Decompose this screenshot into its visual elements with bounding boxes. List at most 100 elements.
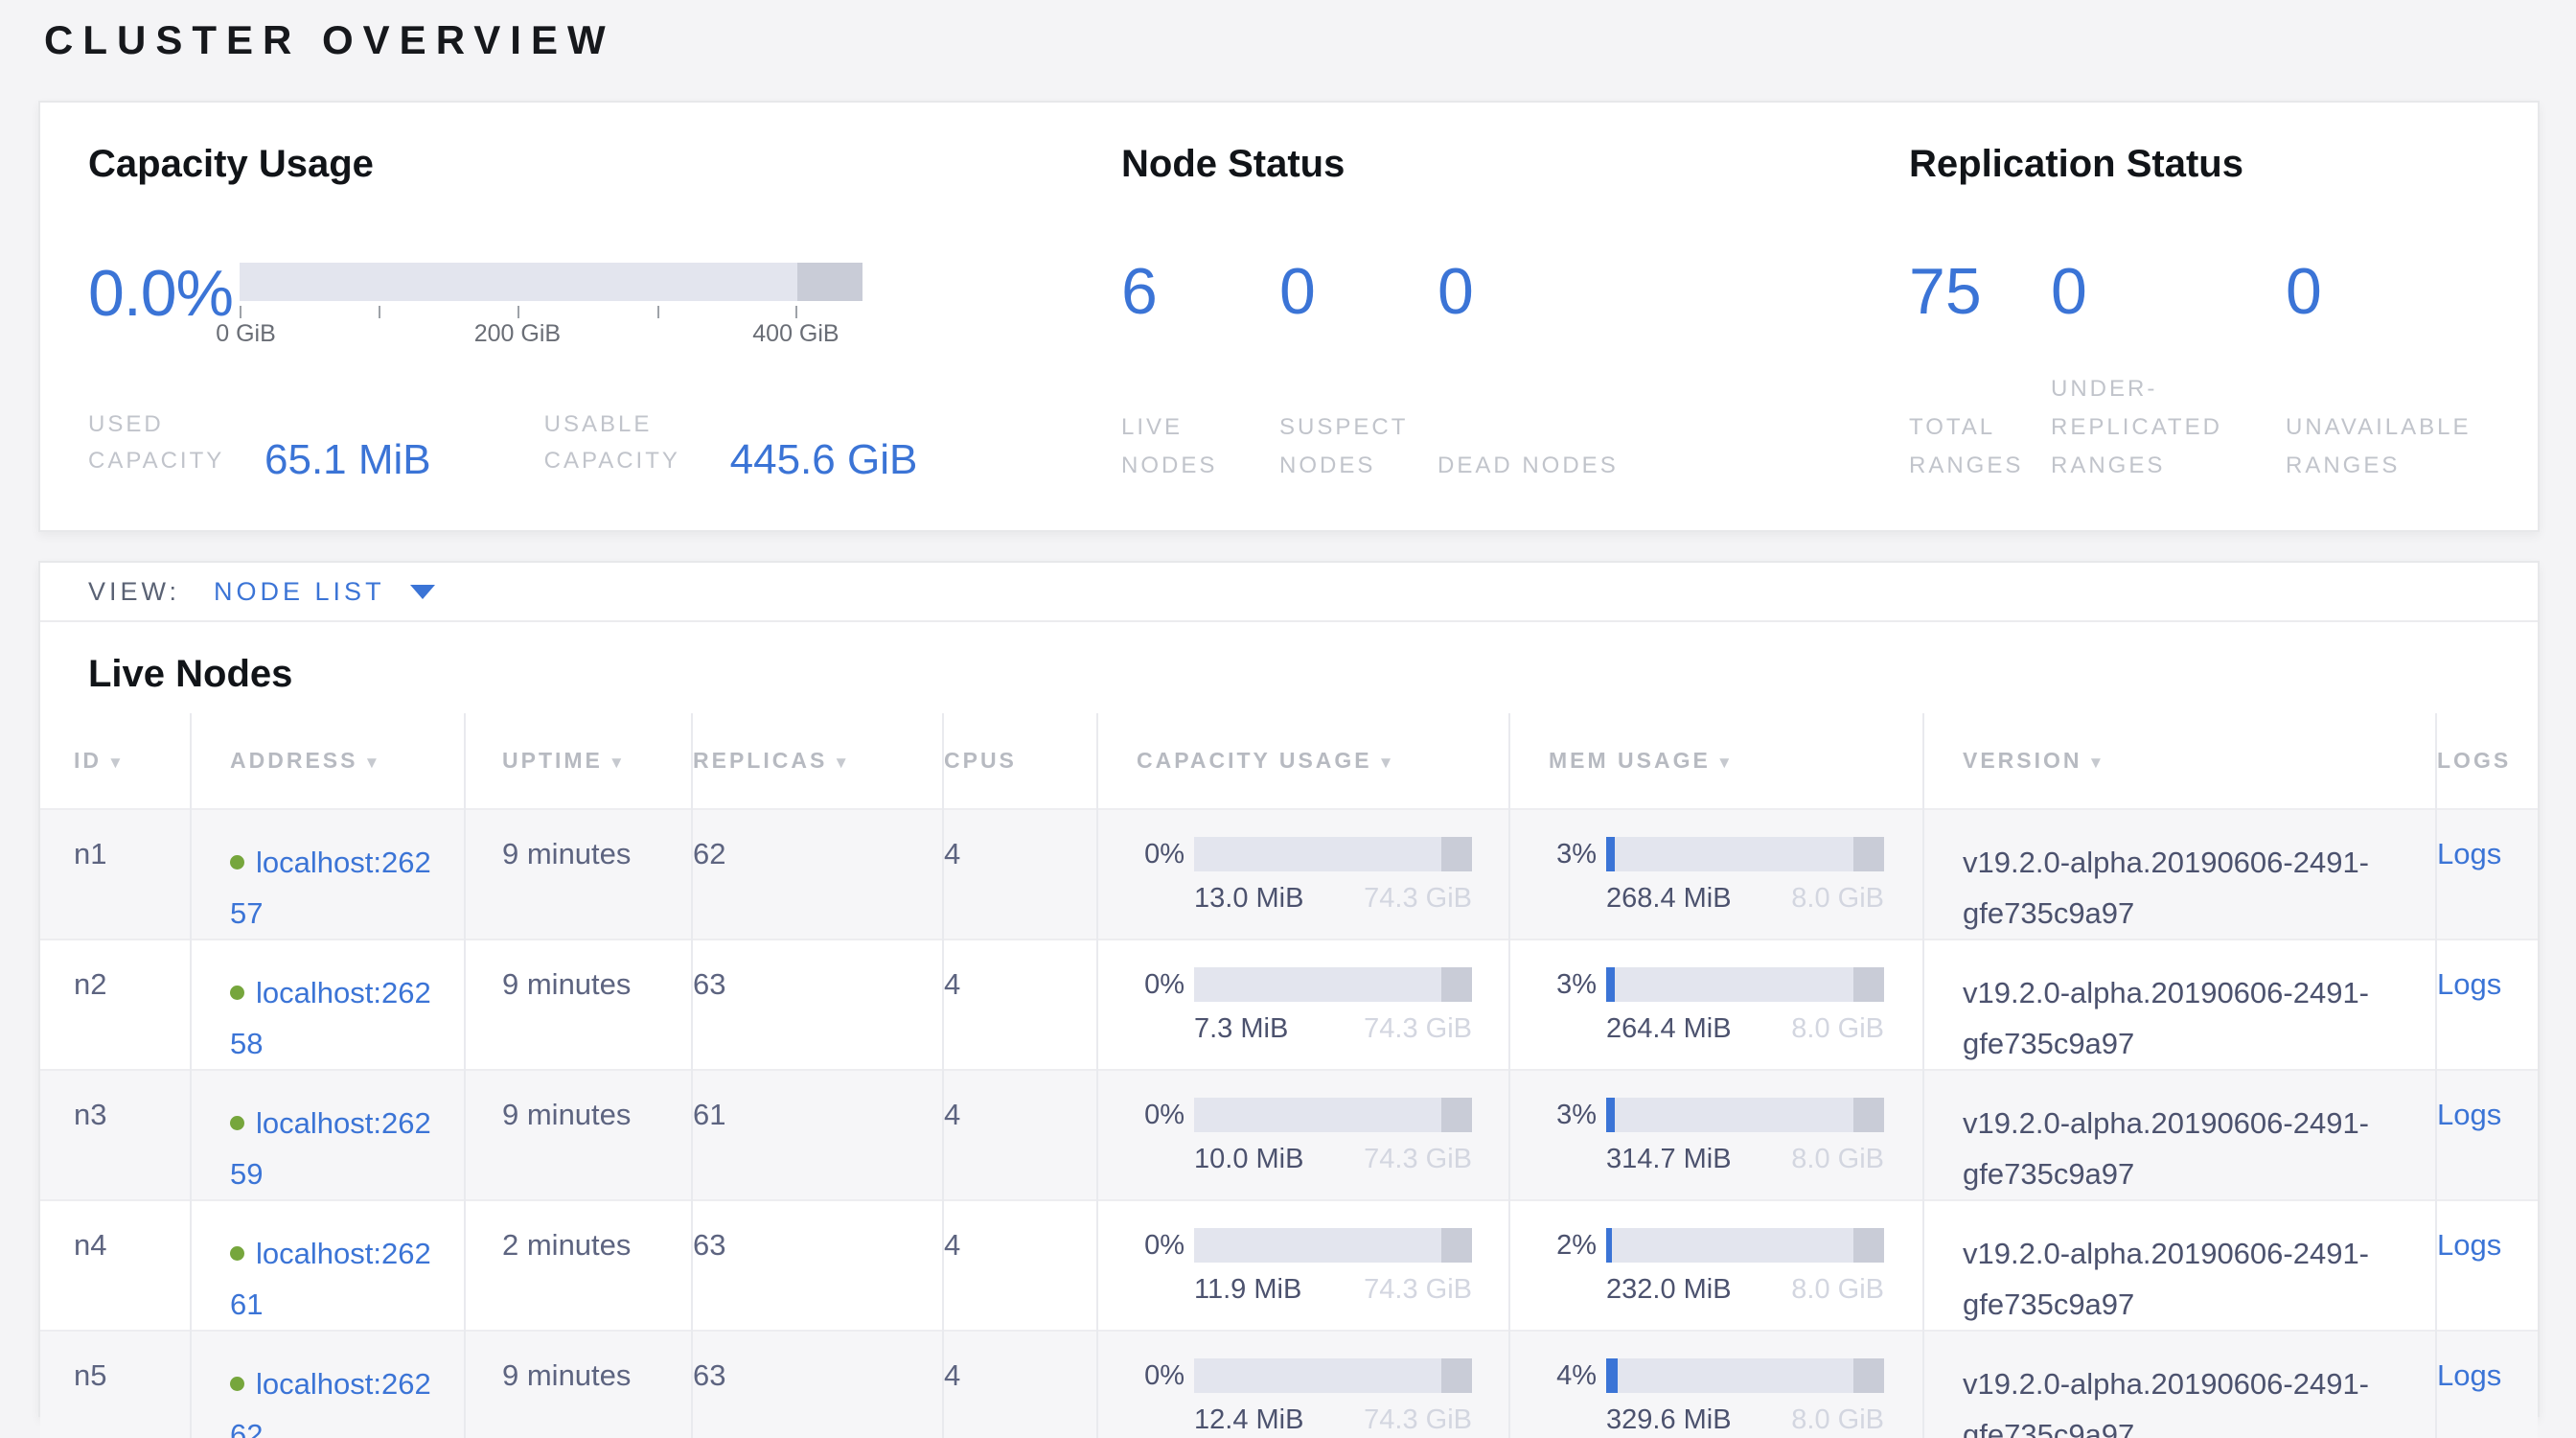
stat-label: SUSPECT NODES: [1279, 408, 1438, 485]
node-cpus-cell: 4: [943, 809, 1097, 939]
mem-bar-fill: [1606, 1358, 1618, 1393]
node-mem-usage-cell: 3% 268.4 MiB 8.0 GiB: [1509, 809, 1923, 939]
col-header-version[interactable]: VERSION▼: [1923, 713, 2436, 809]
sort-arrow-icon: ▼: [107, 754, 124, 772]
node-logs-cell: Logs: [2436, 1331, 2538, 1438]
col-header-id[interactable]: ID▼: [40, 713, 191, 809]
node-version-cell: v19.2.0-alpha.20190606-2491-gfe735c9a97: [1923, 939, 2436, 1070]
node-uptime-cell: 9 minutes: [465, 1070, 692, 1200]
address-link[interactable]: localhost:26259: [230, 1106, 431, 1191]
page-title: CLUSTER OVERVIEW: [44, 17, 615, 63]
usable-capacity-stat: USABLE CAPACITY 445.6 GiB: [544, 406, 918, 479]
mem-bar-cap-segment: [1853, 967, 1884, 1002]
col-header-logs: LOGS: [2436, 713, 2538, 809]
capacity-usage-bar: [1194, 967, 1472, 1002]
usable-capacity-label: USABLE CAPACITY: [544, 406, 717, 479]
node-id-cell: n1: [40, 809, 191, 939]
mem-total-value: 8.0 GiB: [1791, 1144, 1884, 1175]
address-link[interactable]: localhost:26258: [230, 976, 431, 1060]
live-nodes-title: Live Nodes: [40, 622, 2538, 713]
node-mem-usage-cell: 2% 232.0 MiB 8.0 GiB: [1509, 1200, 1923, 1331]
dead-nodes-stat: 0 DEAD NODES: [1438, 253, 1639, 485]
capacity-gauge-ticks: [240, 301, 862, 318]
capacity-percent-label: 0%: [1110, 1098, 1184, 1132]
node-mem-usage-cell: 3% 314.7 MiB 8.0 GiB: [1509, 1070, 1923, 1200]
mem-total-value: 8.0 GiB: [1791, 883, 1884, 915]
table-header-row: ID▼ ADDRESS▼ UPTIME▼ REPLICAS▼ CPUS CAPA…: [40, 713, 2538, 809]
node-live-status-dot-icon: [230, 855, 244, 870]
logs-link[interactable]: Logs: [2437, 967, 2501, 1001]
capacity-gauge: 0 GiB 200 GiB 400 GiB: [240, 263, 862, 347]
mem-bar-fill: [1606, 837, 1615, 871]
node-version-cell: v19.2.0-alpha.20190606-2491-gfe735c9a97: [1923, 1331, 2436, 1438]
mem-total-value: 8.0 GiB: [1791, 1274, 1884, 1306]
capacity-used-value: 13.0 MiB: [1194, 883, 1303, 915]
used-capacity-stat: USED CAPACITY 65.1 MiB: [88, 406, 431, 479]
capacity-used-value: 11.9 MiB: [1194, 1274, 1301, 1306]
mem-used-value: 314.7 MiB: [1606, 1144, 1732, 1175]
capacity-used-value: 12.4 MiB: [1194, 1404, 1303, 1436]
logs-link[interactable]: Logs: [2437, 1098, 2501, 1131]
address-link[interactable]: localhost:26257: [230, 846, 431, 930]
capacity-total-value: 74.3 GiB: [1364, 1013, 1472, 1045]
node-replicas-cell: 63: [692, 1200, 943, 1331]
logs-link[interactable]: Logs: [2437, 1228, 2501, 1262]
col-header-cpus: CPUS: [943, 713, 1097, 809]
capacity-bar-cap-segment: [1441, 1358, 1472, 1393]
sort-arrow-icon: ▼: [2088, 754, 2104, 772]
stat-value: 0: [2051, 253, 2286, 330]
capacity-usage-bar: [1194, 1098, 1472, 1132]
capacity-bar-cap-segment: [1441, 967, 1472, 1002]
capacity-percent-label: 0%: [1110, 1358, 1184, 1393]
node-logs-cell: Logs: [2436, 809, 2538, 939]
mem-bar-fill: [1606, 1098, 1615, 1132]
live-nodes-table: ID▼ ADDRESS▼ UPTIME▼ REPLICAS▼ CPUS CAPA…: [40, 713, 2538, 1438]
mem-bar-cap-segment: [1853, 1098, 1884, 1132]
col-header-replicas[interactable]: REPLICAS▼: [692, 713, 943, 809]
mem-used-value: 329.6 MiB: [1606, 1404, 1732, 1436]
capacity-percent-label: 0%: [1110, 967, 1184, 1002]
capacity-total-value: 74.3 GiB: [1364, 1404, 1472, 1436]
col-header-capacity-usage[interactable]: CAPACITY USAGE▼: [1097, 713, 1509, 809]
node-status-title: Node Status: [1121, 143, 1696, 186]
address-link[interactable]: localhost:26261: [230, 1237, 431, 1321]
logs-link[interactable]: Logs: [2437, 1358, 2501, 1392]
node-mem-usage-cell: 3% 264.4 MiB 8.0 GiB: [1509, 939, 1923, 1070]
node-capacity-usage-cell: 0% 7.3 MiB 74.3 GiB: [1097, 939, 1509, 1070]
capacity-bar-cap-segment: [1441, 837, 1472, 871]
capacity-gauge-cap-segment: [797, 263, 862, 301]
sort-arrow-icon: ▼: [363, 754, 380, 772]
mem-used-value: 268.4 MiB: [1606, 883, 1732, 915]
node-replicas-cell: 62: [692, 809, 943, 939]
col-header-uptime[interactable]: UPTIME▼: [465, 713, 692, 809]
mem-bar-fill: [1606, 967, 1615, 1002]
node-id-cell: n5: [40, 1331, 191, 1438]
logs-link[interactable]: Logs: [2437, 837, 2501, 870]
stat-label: LIVE NODES: [1121, 408, 1279, 485]
node-cpus-cell: 4: [943, 1200, 1097, 1331]
sort-arrow-icon: ▼: [833, 754, 849, 772]
stat-label: TOTAL RANGES: [1909, 408, 2051, 485]
node-id-cell: n3: [40, 1070, 191, 1200]
table-row: n3 localhost:26259 9 minutes 61 4 0% 10.…: [40, 1070, 2538, 1200]
stat-label: UNDER-REPLICATED RANGES: [2051, 370, 2286, 485]
node-address-cell: localhost:26258: [191, 939, 465, 1070]
node-status-section: Node Status 6 LIVE NODES 0 SUSPECT NODES…: [1121, 143, 1696, 485]
chevron-down-icon: [410, 585, 435, 599]
capacity-percent-label: 0%: [1110, 1228, 1184, 1263]
stat-value: 6: [1121, 253, 1279, 330]
address-link[interactable]: localhost:26262: [230, 1367, 431, 1438]
col-header-mem-usage[interactable]: MEM USAGE▼: [1509, 713, 1923, 809]
mem-percent-label: 3%: [1522, 1098, 1597, 1132]
table-row: n4 localhost:26261 2 minutes 63 4 0% 11.…: [40, 1200, 2538, 1331]
mem-usage-bar: [1606, 1098, 1884, 1132]
sort-arrow-icon: ▼: [1716, 754, 1733, 772]
node-list-dropdown[interactable]: NODE LIST: [214, 577, 435, 607]
node-live-status-dot-icon: [230, 1246, 244, 1261]
usable-capacity-value: 445.6 GiB: [730, 439, 918, 481]
capacity-total-value: 74.3 GiB: [1364, 883, 1472, 915]
mem-usage-bar: [1606, 967, 1884, 1002]
col-header-address[interactable]: ADDRESS▼: [191, 713, 465, 809]
table-row: n2 localhost:26258 9 minutes 63 4 0% 7.3…: [40, 939, 2538, 1070]
node-address-cell: localhost:26262: [191, 1331, 465, 1438]
